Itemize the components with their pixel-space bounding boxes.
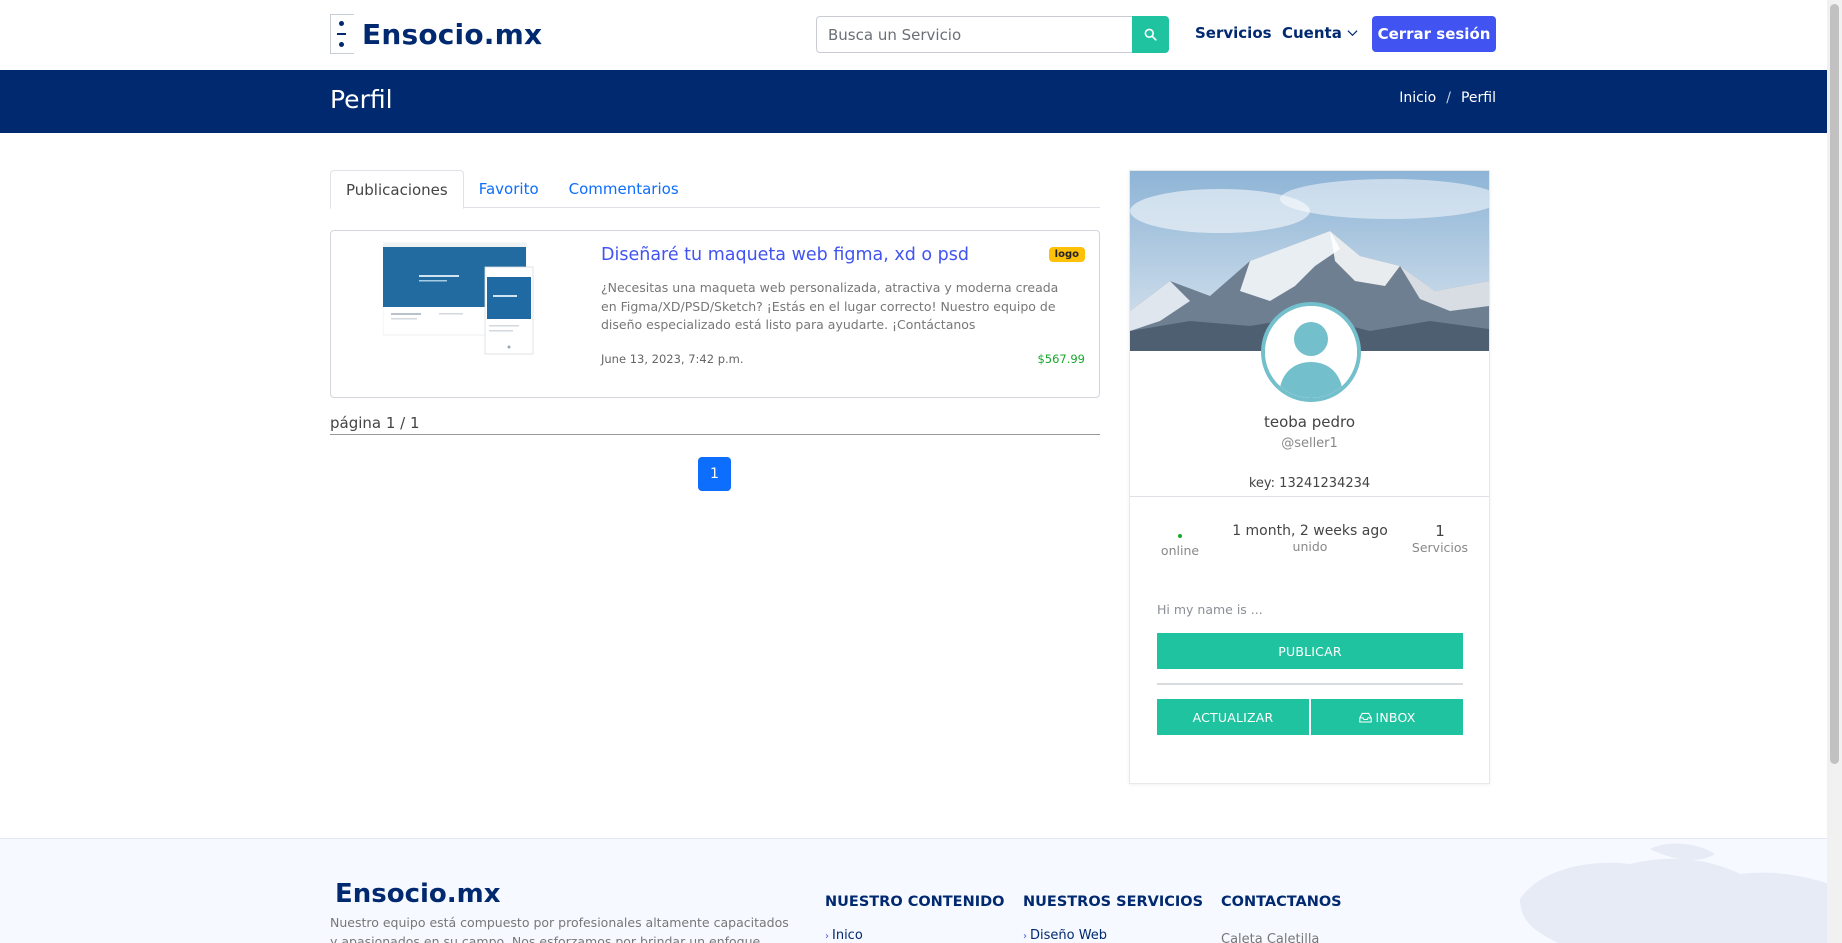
stat-joined: 1 month, 2 weeks ago unido xyxy=(1225,523,1395,554)
profile-tabs: Publicaciones Favorito Commentarios xyxy=(330,170,1100,209)
service-thumbnail[interactable] xyxy=(383,237,538,357)
chevron-down-icon xyxy=(1347,30,1358,37)
footer-link-diseno-web[interactable]: › Diseño Web xyxy=(1023,928,1107,943)
tab-favorito[interactable]: Favorito xyxy=(464,170,554,208)
breadcrumb-current: Perfil xyxy=(1460,90,1496,106)
tab-publicaciones[interactable]: Publicaciones xyxy=(330,170,464,209)
service-title-link[interactable]: Diseñaré tu maqueta web figma, xd o psd xyxy=(601,245,1041,265)
nav-cuenta-dropdown[interactable]: Cuenta xyxy=(1282,24,1358,42)
footer: Ensocio.mx Nuestro equipo está compuesto… xyxy=(0,838,1842,943)
category-badge[interactable]: logo xyxy=(1048,247,1085,262)
service-card[interactable]: Diseñaré tu maqueta web figma, xd o psd … xyxy=(330,230,1100,398)
logo-link[interactable]: Ensocio.mx xyxy=(330,14,542,54)
profile-key: key: 13241234234 xyxy=(1248,476,1371,491)
stat-online: online xyxy=(1150,529,1210,558)
page-scrollbar[interactable] xyxy=(1827,0,1842,943)
service-description: ¿Necesitas una maqueta web personalizada… xyxy=(601,280,1059,332)
inbox-label: INBOX xyxy=(1375,709,1416,725)
page-title: Perfil xyxy=(330,85,393,114)
tab-commentarios[interactable]: Commentarios xyxy=(554,170,694,208)
logout-button[interactable]: Cerrar sesión xyxy=(1372,16,1496,52)
search-form xyxy=(816,16,1169,53)
stat-joined-label: unido xyxy=(1292,539,1328,554)
stat-services-label: Servicios xyxy=(1411,540,1469,555)
service-price: $567.99 xyxy=(1037,352,1085,366)
logo-text: Ensocio.mx xyxy=(362,17,543,51)
footer-link-inico-label: Inico xyxy=(832,928,863,943)
profile-divider xyxy=(1130,496,1489,497)
stat-services-value: 1 xyxy=(1435,522,1445,540)
scrollbar-thumb[interactable] xyxy=(1830,4,1839,764)
bio-input[interactable] xyxy=(1157,596,1463,622)
footer-heading-contenido: NUESTRO CONTENIDO xyxy=(825,894,1005,910)
search-icon xyxy=(1144,28,1157,41)
breadcrumb-separator: / xyxy=(1446,90,1451,106)
profile-name: teoba pedro xyxy=(1263,413,1356,431)
update-button[interactable]: ACTUALIZAR xyxy=(1157,699,1309,735)
chevron-right-icon: › xyxy=(825,931,829,942)
inbox-icon xyxy=(1358,712,1372,722)
breadcrumb-inicio[interactable]: Inicio xyxy=(1399,90,1436,106)
profile-username: @seller1 xyxy=(1281,436,1338,451)
top-navbar: Ensocio.mx Servicios Cuenta Cerrar sesió… xyxy=(0,0,1842,70)
footer-about: Nuestro equipo está compuesto por profes… xyxy=(330,915,789,943)
nav-servicios[interactable]: Servicios xyxy=(1195,24,1272,42)
world-map-decoration xyxy=(1520,843,1842,943)
avatar[interactable] xyxy=(1261,302,1361,402)
search-button[interactable] xyxy=(1132,16,1169,53)
footer-link-inico[interactable]: › Inico xyxy=(825,928,863,943)
publish-button[interactable]: PUBLICAR xyxy=(1157,633,1463,669)
logo-icon xyxy=(330,14,354,54)
pagination-info: página 1 / 1 xyxy=(330,414,1100,435)
user-icon xyxy=(1265,306,1357,398)
nav-cuenta-label: Cuenta xyxy=(1282,24,1342,42)
search-input[interactable] xyxy=(816,16,1132,53)
footer-logo[interactable]: Ensocio.mx xyxy=(335,879,501,909)
footer-address: Caleta Caletilla xyxy=(1221,932,1320,943)
page-title-band: Perfil Inicio / Perfil xyxy=(0,70,1842,133)
stat-joined-value: 1 month, 2 weeks ago xyxy=(1232,523,1388,539)
profile-actions-divider xyxy=(1157,683,1463,685)
profile-card: teoba pedro @seller1 key: 13241234234 on… xyxy=(1129,170,1490,784)
inbox-button[interactable]: INBOX xyxy=(1311,699,1463,735)
stat-services: 1 Servicios xyxy=(1410,522,1470,555)
chevron-right-icon: › xyxy=(1023,931,1027,942)
pagination-page-1[interactable]: 1 xyxy=(698,457,731,491)
service-date: June 13, 2023, 7:42 p.m. xyxy=(601,352,744,366)
footer-link-diseno-web-label: Diseño Web xyxy=(1030,928,1108,943)
stat-online-label: online xyxy=(1160,543,1200,558)
footer-heading-servicios: NUESTROS SERVICIOS xyxy=(1023,894,1204,910)
breadcrumb: Inicio / Perfil xyxy=(1399,90,1496,106)
online-status-icon xyxy=(1178,534,1182,538)
footer-heading-contacto: CONTACTANOS xyxy=(1221,894,1342,910)
